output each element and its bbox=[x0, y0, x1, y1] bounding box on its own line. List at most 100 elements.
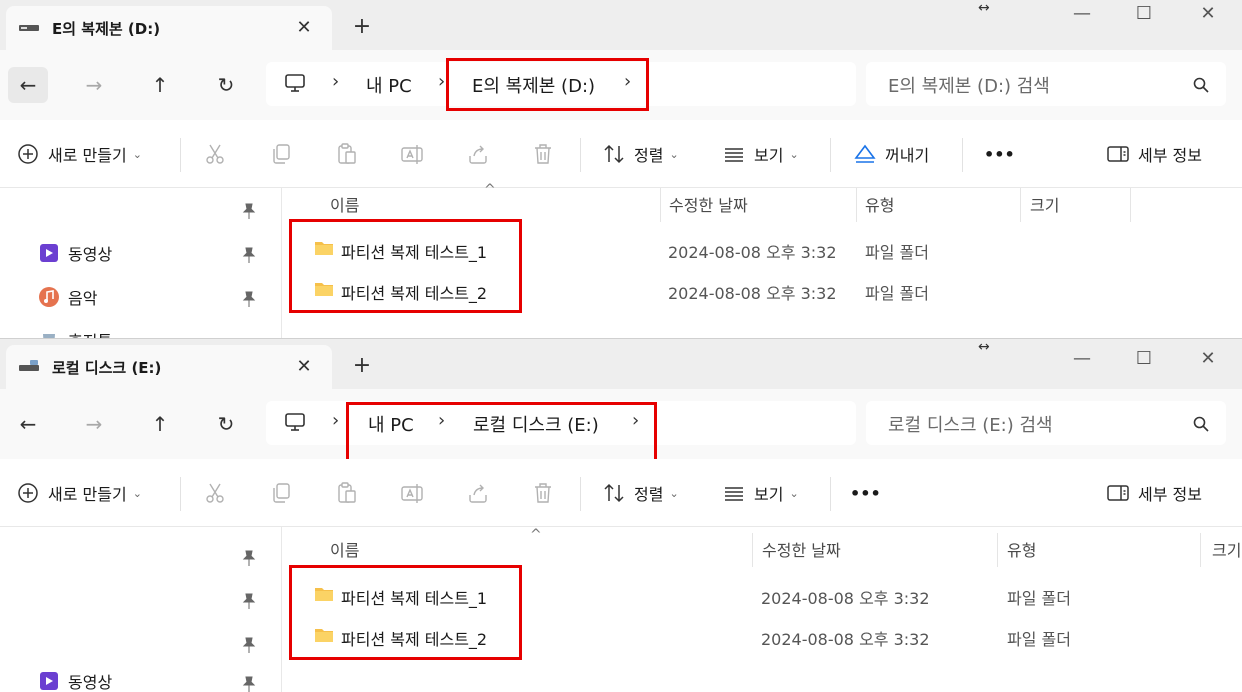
new-button[interactable]: 새로 만들기 ⌄ bbox=[16, 138, 142, 170]
plus-circle-icon bbox=[18, 144, 38, 164]
forward-button[interactable]: → bbox=[74, 406, 114, 442]
close-tab-icon[interactable]: ✕ bbox=[290, 353, 318, 381]
pin-icon[interactable] bbox=[240, 636, 258, 654]
search-input[interactable]: 로컬 디스크 (E:) 검색 bbox=[866, 401, 1226, 445]
pin-icon[interactable] bbox=[240, 246, 258, 264]
column-divider[interactable] bbox=[856, 188, 857, 222]
share-button[interactable] bbox=[466, 138, 498, 170]
column-divider[interactable] bbox=[997, 533, 998, 567]
recycle-bin-icon bbox=[43, 334, 55, 338]
tab-drive-d[interactable]: E의 복제본 (D:) ✕ bbox=[6, 6, 332, 50]
delete-icon bbox=[535, 144, 551, 164]
column-divider[interactable] bbox=[1020, 188, 1021, 222]
delete-button[interactable] bbox=[531, 477, 563, 509]
rename-button[interactable] bbox=[400, 477, 432, 509]
column-header-date[interactable]: 수정한 날짜 bbox=[669, 188, 748, 224]
video-folder-icon bbox=[40, 244, 58, 262]
new-tab-button[interactable]: + bbox=[346, 351, 378, 383]
search-input[interactable]: E의 복제본 (D:) 검색 bbox=[866, 62, 1226, 106]
view-button[interactable]: 보기 ⌄ bbox=[722, 477, 799, 509]
copy-button[interactable] bbox=[269, 138, 301, 170]
minimize-button[interactable]: — bbox=[1056, 345, 1108, 377]
minimize-button[interactable]: — bbox=[1056, 0, 1108, 32]
sidebar-item-recycle-bin[interactable]: 휴지통 bbox=[38, 326, 112, 338]
breadcrumb-my-pc[interactable]: 내 PC bbox=[366, 72, 412, 98]
navigation-pane: 동영상 음악 휴지통 bbox=[0, 188, 282, 338]
up-button[interactable]: ↑ bbox=[140, 406, 180, 442]
chevron-down-icon: ⌄ bbox=[789, 486, 799, 500]
share-button[interactable] bbox=[466, 477, 498, 509]
column-divider[interactable] bbox=[752, 533, 753, 567]
video-folder-icon bbox=[40, 672, 58, 690]
column-divider[interactable] bbox=[660, 188, 661, 222]
paste-icon bbox=[338, 143, 356, 164]
column-header-name[interactable]: 이름 bbox=[330, 533, 359, 569]
share-icon bbox=[469, 484, 487, 503]
maximize-button[interactable]: ☐ bbox=[1118, 345, 1170, 377]
close-window-button[interactable]: ✕ bbox=[1182, 0, 1234, 32]
sidebar-item-label: 동영상 bbox=[68, 245, 113, 264]
sort-button[interactable]: 정렬 ⌄ bbox=[602, 138, 679, 170]
column-header-date[interactable]: 수정한 날짜 bbox=[762, 533, 841, 569]
column-header-type[interactable]: 유형 bbox=[865, 188, 894, 224]
details-pane-icon bbox=[1107, 146, 1129, 162]
refresh-button[interactable]: ↻ bbox=[206, 406, 246, 442]
toolbar-divider bbox=[830, 138, 831, 172]
maximize-button[interactable]: ☐ bbox=[1118, 0, 1170, 32]
delete-icon bbox=[535, 483, 551, 503]
navigation-bar: ← → ↑ ↻ › 내 PC › E의 복제본 (D:) › E의 복제본 (D… bbox=[0, 50, 1242, 120]
close-window-button[interactable]: ✕ bbox=[1182, 345, 1234, 377]
pin-icon[interactable] bbox=[240, 290, 258, 308]
explorer-window-bottom: 로컬 디스크 (E:) ✕ + ↔ — ☐ ✕ ← → ↑ ↻ › 내 PC ›… bbox=[0, 338, 1242, 692]
pin-icon[interactable] bbox=[240, 202, 258, 220]
details-pane-button[interactable]: 세부 정보 bbox=[1106, 477, 1202, 509]
file-date: 2024-08-08 오후 3:32 bbox=[668, 243, 837, 262]
cut-button[interactable] bbox=[203, 477, 235, 509]
view-label: 보기 bbox=[754, 146, 784, 165]
breadcrumb-separator[interactable]: › bbox=[438, 71, 445, 92]
sidebar-item-videos[interactable]: 동영상 bbox=[38, 667, 112, 692]
sort-ascending-icon: ^ bbox=[530, 527, 542, 543]
sidebar-item-music[interactable]: 음악 bbox=[38, 283, 97, 311]
rename-icon bbox=[401, 145, 423, 164]
copy-button[interactable] bbox=[269, 477, 301, 509]
pin-icon[interactable] bbox=[240, 592, 258, 610]
navigation-bar: ← → ↑ ↻ › 내 PC › 로컬 디스크 (E:) › 로컬 디스크 (E… bbox=[0, 389, 1242, 462]
column-header-size[interactable]: 크기 bbox=[1030, 188, 1059, 224]
details-pane-button[interactable]: 세부 정보 bbox=[1106, 138, 1202, 170]
more-options-button[interactable]: ••• bbox=[984, 138, 1015, 170]
back-button[interactable]: ← bbox=[8, 67, 48, 103]
paste-button[interactable] bbox=[335, 138, 367, 170]
column-header-type[interactable]: 유형 bbox=[1007, 533, 1036, 569]
chevron-down-icon: ⌄ bbox=[669, 486, 679, 500]
paste-button[interactable] bbox=[335, 477, 367, 509]
more-options-button[interactable]: ••• bbox=[850, 477, 881, 509]
view-button[interactable]: 보기 ⌄ bbox=[722, 138, 799, 170]
pin-icon[interactable] bbox=[240, 549, 258, 567]
pin-icon[interactable] bbox=[240, 675, 258, 692]
breadcrumb-separator[interactable]: › bbox=[332, 71, 339, 92]
tab-drive-e[interactable]: 로컬 디스크 (E:) ✕ bbox=[6, 345, 332, 389]
close-tab-icon[interactable]: ✕ bbox=[290, 14, 318, 42]
cut-button[interactable] bbox=[203, 138, 235, 170]
new-button[interactable]: 새로 만들기 ⌄ bbox=[16, 477, 142, 509]
column-header-size[interactable]: 크기 bbox=[1212, 533, 1241, 569]
paste-icon bbox=[338, 482, 356, 503]
breadcrumb-separator[interactable]: › bbox=[332, 410, 339, 431]
eject-button[interactable]: 꺼내기 bbox=[853, 138, 929, 170]
delete-button[interactable] bbox=[531, 138, 563, 170]
rename-button[interactable] bbox=[400, 138, 432, 170]
column-divider[interactable] bbox=[1200, 533, 1201, 567]
cut-icon bbox=[206, 483, 224, 503]
toolbar-divider bbox=[580, 477, 581, 511]
sidebar-item-videos[interactable]: 동영상 bbox=[38, 239, 112, 267]
column-divider[interactable] bbox=[1130, 188, 1131, 222]
new-tab-button[interactable]: + bbox=[346, 12, 378, 44]
sort-button[interactable]: 정렬 ⌄ bbox=[602, 477, 679, 509]
back-button[interactable]: ← bbox=[8, 406, 48, 442]
forward-button[interactable]: → bbox=[74, 67, 114, 103]
up-button[interactable]: ↑ bbox=[140, 67, 180, 103]
sort-label: 정렬 bbox=[634, 485, 664, 504]
refresh-button[interactable]: ↻ bbox=[206, 67, 246, 103]
view-label: 보기 bbox=[754, 485, 784, 504]
